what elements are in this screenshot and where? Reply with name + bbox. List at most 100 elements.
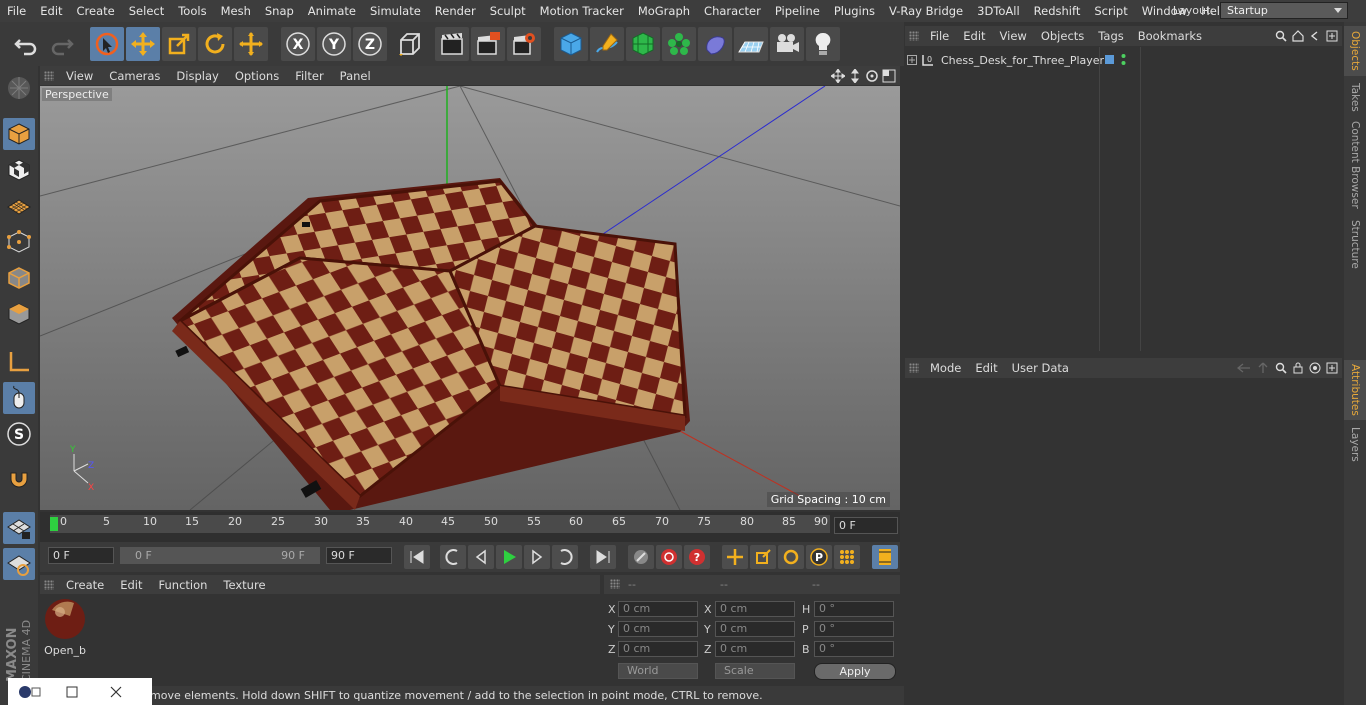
auto-keying-icon[interactable] (656, 545, 682, 569)
render-picture-viewer-icon[interactable] (471, 27, 505, 61)
search-icon[interactable] (1275, 362, 1287, 374)
size-mode-dropdown[interactable]: Scale (715, 663, 795, 679)
floor-icon[interactable] (734, 27, 768, 61)
menu-simulate[interactable]: Simulate (363, 4, 428, 18)
object-name[interactable]: Chess_Desk_for_Three_Players (941, 54, 1110, 67)
next-key-icon[interactable] (552, 545, 578, 569)
apply-button[interactable]: Apply (814, 663, 896, 680)
layout-dropdown[interactable]: Startup (1220, 2, 1348, 19)
axis-mode-icon[interactable] (3, 346, 35, 378)
rotate-view-icon[interactable] (865, 69, 879, 83)
key-parameter-icon[interactable]: P (806, 545, 832, 569)
new-view-icon[interactable] (1326, 362, 1338, 374)
coordinate-system-icon[interactable] (392, 27, 426, 61)
viewport-menu-options[interactable]: Options (227, 69, 287, 83)
back-icon[interactable] (1309, 30, 1321, 42)
key-pla-icon[interactable] (834, 545, 860, 569)
key-position-icon[interactable] (722, 545, 748, 569)
menu-character[interactable]: Character (697, 4, 768, 18)
objects-menu-objects[interactable]: Objects (1034, 29, 1091, 43)
menu-select[interactable]: Select (122, 4, 171, 18)
up-arrow-icon[interactable] (1256, 362, 1270, 374)
position-y-field[interactable]: 0 cm (618, 621, 698, 637)
x-axis-icon[interactable]: X (281, 27, 315, 61)
timeline-window-icon[interactable] (872, 545, 898, 569)
material-menu-edit[interactable]: Edit (112, 578, 150, 592)
zoom-view-icon[interactable] (848, 68, 862, 83)
menu-plugins[interactable]: Plugins (827, 4, 882, 18)
coordinate-mode-dropdown[interactable]: World (618, 663, 698, 679)
snap-icon[interactable]: S (3, 418, 35, 450)
attributes-menu-user-data[interactable]: User Data (1005, 361, 1076, 375)
object-row[interactable]: 0 Chess_Desk_for_Three_Players (907, 52, 1110, 68)
camera-icon[interactable] (770, 27, 804, 61)
home-icon[interactable] (1292, 30, 1304, 42)
objects-menu-file[interactable]: File (923, 29, 956, 43)
back-arrow-icon[interactable] (1237, 362, 1251, 374)
z-axis-icon[interactable]: Z (353, 27, 387, 61)
viewport-menu-panel[interactable]: Panel (332, 69, 379, 83)
live-selection-icon[interactable] (90, 27, 124, 61)
render-settings-icon[interactable] (507, 27, 541, 61)
transform-icon[interactable] (234, 27, 268, 61)
keyframe-selection-icon[interactable]: ? (684, 545, 710, 569)
light-icon[interactable] (806, 27, 840, 61)
tab-layers[interactable]: Layers (1344, 424, 1366, 464)
y-axis-icon[interactable]: Y (317, 27, 351, 61)
tab-structure[interactable]: Structure (1344, 216, 1366, 272)
timeline-ruler[interactable]: 0 5 10 15 20 25 30 35 40 45 50 55 60 65 … (50, 515, 830, 533)
tab-takes[interactable]: Takes (1344, 80, 1366, 114)
go-to-end-icon[interactable] (590, 545, 616, 569)
objects-menu-bookmarks[interactable]: Bookmarks (1131, 29, 1209, 43)
locked-workplane-icon[interactable] (3, 512, 35, 544)
menu-mesh[interactable]: Mesh (214, 4, 258, 18)
objects-menu-tags[interactable]: Tags (1091, 29, 1130, 43)
search-icon[interactable] (1275, 30, 1287, 42)
menu-create[interactable]: Create (70, 4, 122, 18)
tweak-mode-icon[interactable] (3, 382, 35, 414)
visibility-dots-icon[interactable] (1121, 53, 1126, 66)
undo-icon[interactable] (9, 27, 43, 61)
menu-script[interactable]: Script (1087, 4, 1134, 18)
menu-tools[interactable]: Tools (171, 4, 213, 18)
menu-sculpt[interactable]: Sculpt (483, 4, 533, 18)
redo-icon[interactable] (45, 27, 79, 61)
move-icon[interactable] (126, 27, 160, 61)
key-scale-icon[interactable] (750, 545, 776, 569)
previous-key-icon[interactable] (440, 545, 466, 569)
menu-pipeline[interactable]: Pipeline (768, 4, 827, 18)
objects-menu-view[interactable]: View (993, 29, 1034, 43)
menu-3dtoall[interactable]: 3DToAll (970, 4, 1027, 18)
material-menu-function[interactable]: Function (151, 578, 216, 592)
pan-view-icon[interactable] (831, 68, 845, 83)
magnet-icon[interactable] (3, 466, 35, 498)
current-frame-field[interactable]: 0 F (834, 517, 898, 534)
start-frame-field[interactable]: 0 F (48, 547, 114, 564)
material-item[interactable]: Open_b (42, 598, 88, 658)
size-z-field[interactable]: 0 cm (715, 641, 795, 657)
cloner-icon[interactable] (662, 27, 696, 61)
viewport-menu-filter[interactable]: Filter (287, 69, 331, 83)
toggle-layout-icon[interactable] (882, 69, 896, 83)
menu-motion-tracker[interactable]: Motion Tracker (533, 4, 631, 18)
subdivision-icon[interactable] (626, 27, 660, 61)
scale-icon[interactable] (162, 27, 196, 61)
menu-mograph[interactable]: MoGraph (631, 4, 697, 18)
target-icon[interactable] (1309, 362, 1321, 374)
expand-icon[interactable] (907, 55, 917, 65)
viewport-menu-cameras[interactable]: Cameras (101, 69, 168, 83)
make-editable-icon[interactable] (3, 72, 35, 104)
rotate-icon[interactable] (198, 27, 232, 61)
menu-file[interactable]: File (0, 4, 33, 18)
go-to-start-icon[interactable] (404, 545, 430, 569)
planar-workplane-icon[interactable] (3, 548, 35, 580)
material-menu-texture[interactable]: Texture (215, 578, 273, 592)
model-mode-icon[interactable] (3, 118, 35, 150)
tab-attributes[interactable]: Attributes (1344, 360, 1366, 420)
menu-animate[interactable]: Animate (301, 4, 363, 18)
pen-icon[interactable] (590, 27, 624, 61)
menu-edit[interactable]: Edit (33, 4, 69, 18)
tab-objects[interactable]: Objects (1344, 26, 1366, 76)
edges-mode-icon[interactable] (3, 262, 35, 294)
viewport-menu-view[interactable]: View (58, 69, 101, 83)
